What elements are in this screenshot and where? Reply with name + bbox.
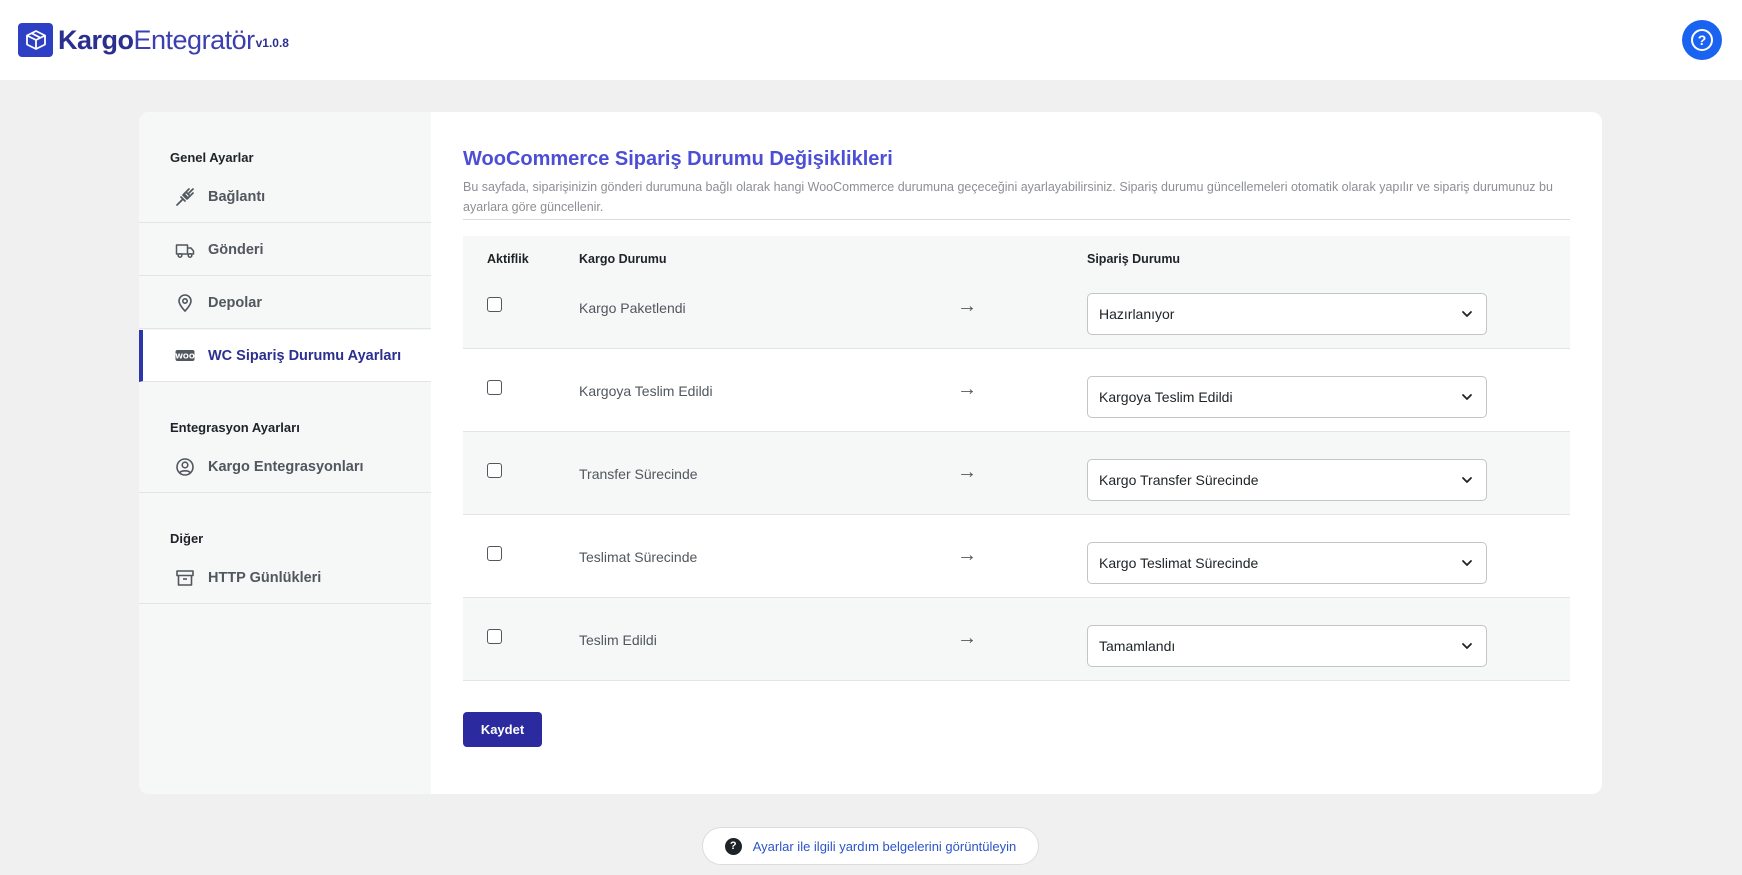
logo-text-strong: Kargo (58, 24, 134, 55)
arrow-right-icon: → (957, 627, 977, 649)
question-icon: ? (724, 837, 742, 855)
help-button[interactable]: ? (1682, 20, 1722, 60)
active-checkbox[interactable] (487, 380, 502, 395)
chevron-down-icon (1462, 311, 1472, 317)
top-bar: Kargo Entegratör v1.0.8 ? (0, 0, 1742, 80)
archive-icon (175, 568, 195, 588)
order-status-select[interactable]: Kargo Teslimat Sürecinde (1087, 542, 1487, 584)
active-checkbox[interactable] (487, 546, 502, 561)
box-logo-icon (18, 23, 53, 57)
arrow-right-icon: → (957, 295, 977, 317)
sidebar-item-label: Kargo Entegrasyonları (208, 458, 364, 475)
column-header-cargo-status: Kargo Durumu (579, 252, 667, 266)
sidebar-item-label: HTTP Günlükleri (208, 569, 322, 586)
page-title: WooCommerce Sipariş Durumu Değişiklikler… (463, 148, 893, 170)
cargo-status-label: Teslimat Sürecinde (579, 549, 698, 565)
column-header-active: Aktiflik (487, 252, 529, 266)
select-value: Kargo Teslimat Sürecinde (1099, 555, 1259, 571)
select-value: Kargoya Teslim Edildi (1099, 389, 1233, 405)
order-status-select[interactable]: Kargoya Teslim Edildi (1087, 376, 1487, 418)
sidebar-item-label: Bağlantı (208, 188, 266, 205)
help-docs-link[interactable]: ? Ayarlar ile ilgili yardım belgelerini … (702, 827, 1039, 865)
column-header-order-status: Sipariş Durumu (1087, 252, 1181, 266)
page-description: Bu sayfada, siparişinizin gönderi durumu… (463, 180, 1553, 214)
arrow-right-icon: → (957, 544, 977, 566)
settings-panel: Genel Ayarlar Bağlantı Gönderi Depolar W… (139, 112, 1602, 794)
chevron-down-icon (1462, 394, 1472, 400)
order-status-select[interactable]: Tamamlandı (1087, 625, 1487, 667)
active-checkbox[interactable] (487, 297, 502, 312)
active-checkbox[interactable] (487, 629, 502, 644)
svg-text:WOO: WOO (175, 352, 195, 360)
woo-icon: WOO (175, 346, 195, 366)
sidebar-item-wc-order-status[interactable]: WOO WC Sipariş Durumu Ayarları (139, 330, 431, 382)
cargo-status-label: Teslim Edildi (579, 632, 657, 648)
table-row: Teslim Edildi → Tamamlandı (463, 598, 1570, 681)
app-logo[interactable]: Kargo Entegratör v1.0.8 (18, 23, 289, 57)
sidebar-group-title-other: Diğer (170, 531, 204, 546)
active-checkbox[interactable] (487, 463, 502, 478)
plug-icon (175, 187, 195, 207)
order-status-select[interactable]: Hazırlanıyor (1087, 293, 1487, 335)
question-icon: ? (1691, 29, 1713, 51)
chevron-down-icon (1462, 477, 1472, 483)
chevron-down-icon (1462, 560, 1472, 566)
arrow-right-icon: → (957, 461, 977, 483)
settings-sidebar: Genel Ayarlar Bağlantı Gönderi Depolar W… (139, 112, 431, 794)
sidebar-item-warehouses[interactable]: Depolar (139, 277, 431, 329)
select-value: Tamamlandı (1099, 638, 1176, 654)
sidebar-item-http-logs[interactable]: HTTP Günlükleri (139, 552, 431, 604)
table-header: Aktiflik Kargo Durumu Sipariş Durumu (463, 236, 1570, 281)
user-circle-icon (175, 457, 195, 477)
cargo-status-label: Transfer Sürecinde (579, 466, 698, 482)
save-button[interactable]: Kaydet (463, 712, 542, 747)
divider (463, 219, 1570, 220)
table-row: Teslimat Sürecinde → Kargo Teslimat Süre… (463, 515, 1570, 598)
truck-icon (175, 240, 195, 260)
chevron-down-icon (1462, 643, 1472, 649)
location-pin-icon (175, 293, 195, 313)
sidebar-item-label: Depolar (208, 294, 262, 311)
sidebar-item-shipment[interactable]: Gönderi (139, 224, 431, 276)
help-docs-link-text: Ayarlar ile ilgili yardım belgelerini gö… (752, 838, 1017, 854)
order-status-select[interactable]: Kargo Transfer Sürecinde (1087, 459, 1487, 501)
cargo-status-label: Kargo Paketlendi (579, 300, 686, 316)
table-row: Kargo Paketlendi → Hazırlanıyor (463, 281, 1570, 349)
sidebar-item-label: WC Sipariş Durumu Ayarları (208, 347, 402, 364)
cargo-status-label: Kargoya Teslim Edildi (579, 383, 713, 399)
app-version: v1.0.8 (255, 36, 289, 50)
sidebar-item-connection[interactable]: Bağlantı (139, 171, 431, 223)
sidebar-item-cargo-integrations[interactable]: Kargo Entegrasyonları (139, 441, 431, 493)
sidebar-group-title-integration: Entegrasyon Ayarları (170, 420, 300, 435)
select-value: Kargo Transfer Sürecinde (1099, 472, 1259, 488)
sidebar-item-label: Gönderi (208, 241, 264, 258)
table-row: Transfer Sürecinde → Kargo Transfer Süre… (463, 432, 1570, 515)
arrow-right-icon: → (957, 378, 977, 400)
sidebar-group-title-general: Genel Ayarlar (170, 150, 254, 165)
select-value: Hazırlanıyor (1099, 306, 1175, 322)
table-row: Kargoya Teslim Edildi → Kargoya Teslim E… (463, 349, 1570, 432)
logo-text-light: Entegratör (133, 24, 256, 55)
